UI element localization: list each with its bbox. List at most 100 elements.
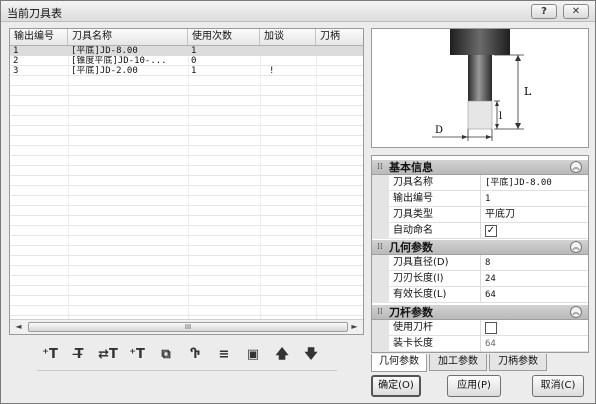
collapse-icon[interactable]: ︽ [570, 161, 582, 173]
prop-label: 刀具类型 [393, 207, 481, 223]
copy-tool-icon[interactable]: ⧉ [153, 344, 179, 366]
column-divider [316, 46, 317, 319]
col-header-extra[interactable]: 加谈 [260, 29, 316, 45]
prop-row-blade-length[interactable]: 刀刃长度(l) 24 [372, 271, 588, 287]
section-holder[interactable]: ⁞⁞ 刀杆参数 ︽ [372, 305, 588, 320]
table-row[interactable]: 2 [锥度平底]JD-10-... 0 [10, 56, 363, 66]
section-title: 几何参数 [389, 241, 433, 254]
cell-usage-count: 0 [191, 56, 197, 66]
horizontal-scrollbar[interactable]: ◄ III ► [10, 319, 363, 334]
prop-value[interactable]: 24 [485, 271, 496, 287]
prop-label: 输出编号 [393, 191, 481, 207]
section-title: 刀杆参数 [389, 306, 433, 319]
list-tool-icon[interactable]: ≡ [211, 344, 237, 366]
scroll-right-icon[interactable]: ► [347, 321, 362, 333]
help-button[interactable]: ? [531, 4, 557, 19]
prop-row-clamp-length[interactable]: 装卡长度 64 [372, 336, 588, 352]
delete-tool-icon[interactable]: T̶ [66, 344, 92, 366]
toolbar-separator [37, 370, 337, 371]
table-row[interactable]: 1 [平底]JD-8.00 1 [10, 46, 363, 56]
cell-usage-count: 1 [191, 66, 197, 76]
column-divider [188, 46, 189, 319]
prop-row-effective-length[interactable]: 有效长度(L) 64 [372, 287, 588, 303]
cell-tool-name: [平底]JD-2.00 [71, 66, 138, 76]
close-button[interactable]: ✕ [563, 4, 589, 19]
collapse-icon[interactable]: ︽ [570, 306, 582, 318]
use-holder-checkbox[interactable] [485, 322, 497, 334]
dim-label-l: l [499, 111, 502, 122]
column-divider [68, 46, 69, 319]
cell-extra [260, 46, 263, 56]
prop-value[interactable]: 平底刀 [485, 207, 515, 223]
insert-tool-icon[interactable]: ⁺T [124, 344, 150, 366]
save-tool-icon[interactable]: ▣ [240, 344, 266, 366]
table-header: 输出编号 刀具名称 使用次数 加谈 刀柄 [10, 29, 363, 46]
cell-extra [260, 56, 263, 66]
move-up-icon[interactable]: 🡅 [269, 344, 295, 366]
prop-value[interactable]: 64 [485, 287, 496, 303]
edit-tool-icon[interactable]: ⇄T [95, 344, 121, 366]
cell-extra: ! [269, 66, 275, 76]
dim-label-D: D [435, 125, 443, 136]
grip-icon: ⁞⁞ [377, 242, 383, 252]
grip-icon: ⁞⁞ [377, 162, 383, 172]
collapse-icon[interactable]: ︽ [570, 241, 582, 253]
prop-row-use-holder[interactable]: 使用刀杆 [372, 320, 588, 336]
prop-label: 刀具直径(D) [393, 255, 481, 271]
prop-row-auto-name[interactable]: 自动命名 ✓ [372, 223, 588, 239]
tool-toolbar: ⁺T T̶ ⇄T ⁺T ⧉ Ⴅ ≡ ▣ 🡅 🡇 [37, 344, 337, 366]
table-body: 1 [平底]JD-8.00 1 2 [锥度平底]JD-10-... 0 3 [平… [10, 46, 363, 319]
col-header-holder[interactable]: 刀柄 [316, 29, 363, 45]
window-title: 当前刀具表 [7, 7, 62, 20]
col-header-tool-name[interactable]: 刀具名称 [68, 29, 188, 45]
scroll-left-icon[interactable]: ◄ [11, 321, 26, 333]
blade-shape [467, 100, 493, 130]
prop-label: 刀刃长度(l) [393, 271, 481, 287]
cancel-button[interactable]: 取消(C) [532, 375, 584, 397]
prop-value[interactable]: [平底]JD-8.00 [485, 175, 552, 191]
tab-holder[interactable]: 刀柄参数 [489, 354, 547, 371]
prop-row-tool-name[interactable]: 刀具名称 [平底]JD-8.00 [372, 175, 588, 191]
prop-label: 装卡长度 [393, 336, 481, 352]
move-down-icon[interactable]: 🡇 [298, 344, 324, 366]
prop-row-diameter[interactable]: 刀具直径(D) 8 [372, 255, 588, 271]
apply-button[interactable]: 应用(P) [447, 375, 501, 397]
column-divider [260, 46, 261, 319]
add-tool-icon[interactable]: ⁺T [37, 344, 63, 366]
tab-geometry[interactable]: 几何参数 [371, 354, 427, 372]
cell-output-number: 3 [13, 66, 19, 76]
prop-label: 自动命名 [393, 223, 481, 239]
section-basic-info[interactable]: ⁞⁞ 基本信息 ︽ [372, 160, 588, 175]
tab-machining[interactable]: 加工参数 [429, 354, 487, 371]
col-header-usage-count[interactable]: 使用次数 [188, 29, 260, 45]
dim-label-L: L [524, 85, 532, 98]
auto-name-checkbox[interactable]: ✓ [485, 225, 497, 237]
section-title: 基本信息 [389, 161, 433, 174]
prop-row-tool-type[interactable]: 刀具类型 平底刀 [372, 207, 588, 223]
cell-tool-name: [锥度平底]JD-10-... [71, 56, 167, 66]
prop-value[interactable]: 64 [485, 336, 496, 352]
prop-row-output-number[interactable]: 输出编号 1 [372, 191, 588, 207]
property-grid: ⁞⁞ 基本信息 ︽ 刀具名称 [平底]JD-8.00 输出编号 1 刀具类型 平… [371, 155, 589, 353]
scroll-thumb[interactable]: III [28, 322, 348, 332]
holder-shape [450, 29, 510, 55]
title-bar: 当前刀具表 ? ✕ [1, 1, 595, 22]
holder-icon[interactable]: Ⴅ [182, 344, 208, 366]
grip-icon: ⁞⁞ [377, 307, 383, 317]
prop-label: 刀具名称 [393, 175, 481, 191]
prop-label: 有效长度(L) [393, 287, 481, 303]
shank-shape [468, 55, 492, 101]
cell-output-number: 1 [13, 46, 19, 56]
tool-drawing: L l D [432, 29, 532, 141]
cell-output-number: 2 [13, 56, 19, 66]
section-geometry[interactable]: ⁞⁞ 几何参数 ︽ [372, 240, 588, 255]
tool-table: 输出编号 刀具名称 使用次数 加谈 刀柄 1 [平底]JD-8.00 1 2 [… [9, 28, 364, 335]
prop-value[interactable]: 1 [485, 191, 490, 207]
cell-tool-name: [平底]JD-8.00 [71, 46, 138, 56]
ok-button[interactable]: 确定(O) [371, 375, 421, 397]
table-row[interactable]: 3 [平底]JD-2.00 1 ! [10, 66, 363, 76]
prop-value[interactable]: 8 [485, 255, 490, 271]
cell-usage-count: 1 [191, 46, 197, 56]
col-header-output-number[interactable]: 输出编号 [10, 29, 68, 45]
tool-table-dialog: 当前刀具表 ? ✕ 输出编号 刀具名称 使用次数 加谈 刀柄 1 [平底]JD-… [0, 0, 596, 404]
